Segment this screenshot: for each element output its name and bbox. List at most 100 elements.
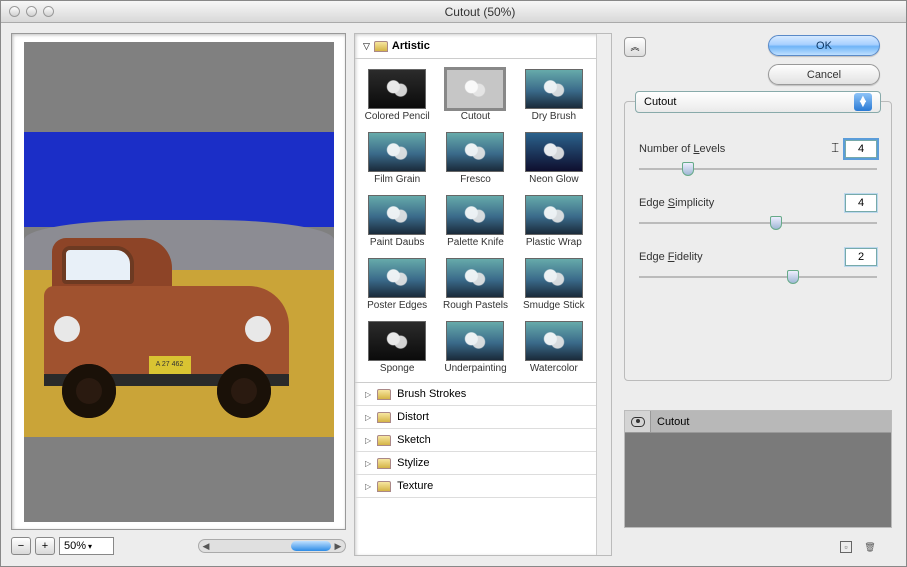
chevron-up-double-icon: ︽ [630, 44, 639, 51]
visibility-toggle[interactable] [625, 411, 651, 432]
category-label: Artistic [392, 40, 430, 52]
scrollbar-thumb[interactable] [291, 541, 331, 551]
filter-select-dropdown[interactable]: Cutout ▲▼ [635, 91, 881, 113]
folder-icon [377, 412, 391, 423]
filter-swatch-icon [525, 321, 583, 361]
disclosure-triangle-icon: ▷ [365, 459, 371, 468]
scroll-left-arrow-icon[interactable]: ◀ [199, 540, 213, 552]
filter-thumb-neon-glow[interactable]: Neon Glow [516, 130, 592, 187]
window-close-button[interactable] [9, 6, 20, 17]
category-row-distort[interactable]: ▷ Distort [355, 406, 596, 429]
filter-settings-group: Cutout ▲▼ Number of Levels ⌶ Edge Simpli… [624, 101, 892, 381]
effect-layer-name: Cutout [651, 416, 695, 428]
filter-swatch-icon [525, 195, 583, 235]
filter-swatch-icon [446, 258, 504, 298]
filter-thumb-label: Paint Daubs [370, 237, 424, 248]
filter-swatch-icon [368, 132, 426, 172]
preview-horizontal-scrollbar[interactable]: ◀ ▶ [198, 539, 346, 553]
filter-gallery-pane: ▽ Artistic Colored Pencil CutoutDry Brush… [354, 33, 612, 556]
eye-icon [631, 417, 645, 427]
category-row-texture[interactable]: ▷ Texture [355, 475, 596, 498]
filter-thumb-label: Rough Pastels [443, 300, 508, 311]
filter-thumb-paint-daubs[interactable]: Paint Daubs [359, 193, 435, 250]
filter-thumb-colored-pencil[interactable]: Colored Pencil [359, 67, 435, 124]
filter-swatch-icon [525, 258, 583, 298]
category-list: ▷Brush Strokes▷Distort▷Sketch▷Stylize▷Te… [355, 382, 596, 498]
window-minimize-button[interactable] [26, 6, 37, 17]
filter-swatch-icon [525, 132, 583, 172]
new-effect-layer-button[interactable]: ▫ [840, 541, 852, 553]
delete-effect-layer-button[interactable]: 🗑 [864, 541, 876, 553]
filter-thumb-sponge[interactable]: Sponge [359, 319, 435, 376]
disclosure-triangle-icon: ▷ [365, 413, 371, 422]
filter-thumb-label: Underpainting [444, 363, 506, 374]
filter-thumb-fresco[interactable]: Fresco [437, 130, 513, 187]
zoom-out-button[interactable]: − [11, 537, 31, 555]
simplicity-slider[interactable] [639, 216, 877, 230]
filter-swatch-icon [368, 69, 426, 109]
category-header-artistic[interactable]: ▽ Artistic [355, 34, 596, 59]
filter-thumb-rough-pastels[interactable]: Rough Pastels [437, 256, 513, 313]
filter-thumb-palette-knife[interactable]: Palette Knife [437, 193, 513, 250]
cancel-button[interactable]: Cancel [768, 64, 880, 85]
license-plate: A 27 462 [149, 356, 191, 374]
disclosure-triangle-icon: ▷ [365, 482, 371, 491]
selected-filter-name: Cutout [644, 96, 676, 108]
filter-thumb-label: Neon Glow [529, 174, 578, 185]
filter-thumb-film-grain[interactable]: Film Grain [359, 130, 435, 187]
levels-input[interactable] [845, 140, 877, 158]
filter-thumb-underpainting[interactable]: Underpainting [437, 319, 513, 376]
effect-layer-row[interactable]: Cutout [625, 411, 891, 433]
levels-slider[interactable] [639, 162, 877, 176]
titlebar: Cutout (50%) [1, 1, 906, 23]
filter-swatch-icon [446, 132, 504, 172]
window-zoom-button[interactable] [43, 6, 54, 17]
filter-swatch-icon [368, 258, 426, 298]
filter-swatch-icon [368, 195, 426, 235]
disclosure-triangle-icon: ▷ [365, 390, 371, 399]
param-label-levels: Number of Levels [639, 143, 725, 155]
filter-thumb-label: Fresco [460, 174, 491, 185]
filter-thumb-poster-edges[interactable]: Poster Edges [359, 256, 435, 313]
filter-swatch-icon [368, 321, 426, 361]
simplicity-input[interactable] [845, 194, 877, 212]
fidelity-input[interactable] [845, 248, 877, 266]
zoom-in-button[interactable]: + [35, 537, 55, 555]
slider-thumb[interactable] [787, 270, 799, 284]
preview-canvas: A 27 462 [24, 42, 334, 522]
filter-thumb-label: Smudge Stick [523, 300, 585, 311]
category-row-brush-strokes[interactable]: ▷Brush Strokes [355, 383, 596, 406]
disclosure-triangle-icon: ▷ [365, 436, 371, 445]
preview-pane: A 27 462 − + 50% ▾ ◀ ▶ [11, 33, 346, 556]
filter-thumb-label: Film Grain [374, 174, 420, 185]
filter-thumb-label: Palette Knife [447, 237, 504, 248]
slider-thumb[interactable] [682, 162, 694, 176]
category-label: Distort [397, 411, 429, 423]
scroll-right-arrow-icon[interactable]: ▶ [331, 540, 345, 552]
filter-swatch-icon [525, 69, 583, 109]
slider-thumb[interactable] [770, 216, 782, 230]
collapse-toggle-button[interactable]: ︽ [624, 37, 646, 57]
filter-thumb-label: Colored Pencil [365, 111, 430, 122]
filter-swatch-icon [446, 195, 504, 235]
filter-thumbnails-grid: Colored Pencil CutoutDry Brush Film Grain F… [355, 59, 596, 382]
gallery-vertical-scrollbar[interactable] [596, 34, 611, 555]
folder-icon [377, 389, 391, 400]
text-cursor-icon: ⌶ [831, 140, 839, 156]
filter-thumb-plastic-wrap[interactable]: Plastic Wrap [516, 193, 592, 250]
filter-thumb-watercolor[interactable]: Watercolor [516, 319, 592, 376]
category-label: Sketch [397, 434, 431, 446]
category-label: Texture [397, 480, 433, 492]
filter-thumb-smudge-stick[interactable]: Smudge Stick [516, 256, 592, 313]
filter-thumb-dry-brush[interactable]: Dry Brush [516, 67, 592, 124]
category-row-sketch[interactable]: ▷ Sketch [355, 429, 596, 452]
zoom-level-field[interactable]: 50% ▾ [59, 537, 114, 555]
fidelity-slider[interactable] [639, 270, 877, 284]
ok-button[interactable]: OK [768, 35, 880, 56]
filter-thumb-cutout[interactable]: Cutout [437, 67, 513, 124]
param-label-fidelity: Edge Fidelity [639, 251, 703, 263]
effect-layers-panel: Cutout [624, 410, 892, 528]
category-row-stylize[interactable]: ▷Stylize [355, 452, 596, 475]
filter-thumb-label: Plastic Wrap [526, 237, 582, 248]
preview-viewport[interactable]: A 27 462 [11, 33, 346, 530]
